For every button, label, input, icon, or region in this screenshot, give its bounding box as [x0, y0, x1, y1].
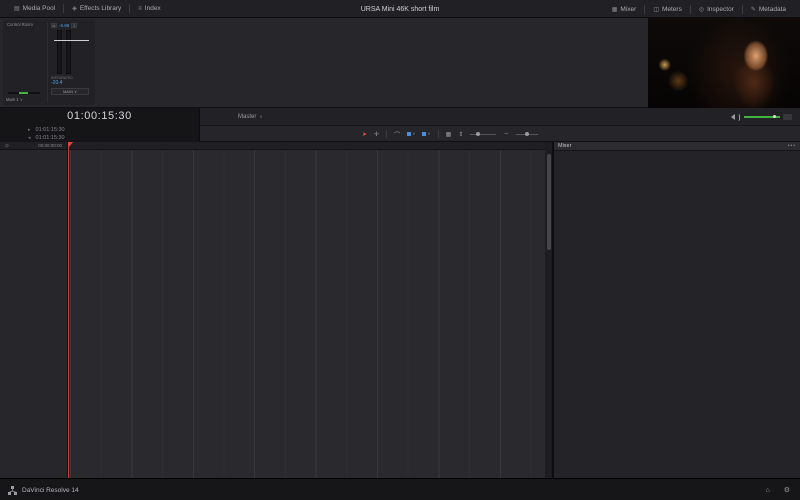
playhead-line	[68, 142, 69, 478]
zoom-slider[interactable]	[516, 134, 538, 135]
timeline-ruler[interactable]	[68, 142, 545, 150]
timeline-tools: ➤ ✛ ⌒ ∨ ∨ ▦ ⇕ ⇔	[362, 126, 538, 142]
loudness-m-button[interactable]: M	[51, 23, 57, 28]
button-label: Media Pool	[23, 5, 56, 12]
timeline[interactable]	[68, 142, 545, 478]
loudness-target-line	[54, 40, 89, 41]
marker-icon	[407, 132, 411, 136]
loudness-meter: M -6.88 S INTEGRATED -20.4 MAIN ∨	[47, 22, 93, 103]
effects-library-icon: ◈	[72, 5, 77, 12]
button-inspector[interactable]: ◎Inspector	[691, 0, 742, 18]
button-meters[interactable]: ◫Meters	[645, 0, 690, 18]
scrollbar-thumb[interactable]	[547, 154, 551, 250]
track-height-icon[interactable]: ⇕	[458, 131, 463, 138]
speaker-icon	[731, 114, 735, 120]
monitor-volume	[731, 108, 792, 126]
button-label: Mixer	[620, 6, 636, 13]
timeline-settings-icon[interactable]: ⊙	[5, 143, 9, 149]
volume-slider[interactable]	[744, 116, 780, 118]
index-icon: ≡	[138, 6, 142, 12]
meters-panel: Control Room Main 1 ∨ M -6.88 S INTEGRAT…	[0, 18, 648, 108]
timeline-rows	[68, 150, 545, 478]
timecode-block: 01:00:15:30 ▸ 01:01:15:30 ◂ 01:01:15:30	[0, 108, 200, 142]
loudness-s-button[interactable]: S	[71, 23, 77, 28]
control-room-title: Control Room	[7, 22, 33, 27]
mixer-strips	[554, 151, 800, 478]
button-label: Inspector	[707, 6, 734, 13]
clip-area	[68, 150, 545, 478]
button-mixer[interactable]: ▦Mixer	[604, 0, 645, 18]
button-media-pool[interactable]: ▤Media Pool	[6, 0, 63, 17]
media-pool-icon: ▤	[14, 5, 20, 12]
flag-icon	[422, 132, 426, 136]
monitor-source-dropdown[interactable]: Main 1 ∨	[6, 97, 23, 103]
top-right-buttons: ▦Mixer◫Meters◎Inspector✎Metadata	[604, 0, 794, 18]
keyboard-icon[interactable]: ▦	[446, 131, 452, 138]
mixer-menu-icon[interactable]: •••	[788, 143, 796, 149]
top-toolbar: ▤Media Pool◈Effects Library≡Index URSA M…	[0, 0, 800, 18]
home-icon[interactable]: ⌂	[765, 487, 769, 494]
fairlight-page: ▤Media Pool◈Effects Library≡Index URSA M…	[0, 0, 800, 500]
control-room-meters	[11, 30, 37, 88]
mixer-icon: ▦	[612, 6, 618, 13]
top-left-buttons: ▤Media Pool◈Effects Library≡Index	[0, 0, 169, 17]
button-label: Effects Library	[80, 5, 121, 12]
page-tabs	[0, 479, 800, 500]
settings-gear-icon[interactable]: ⚙	[784, 486, 790, 494]
in-point-timecode: 01:01:15:30	[36, 127, 65, 133]
header-timecode: 00:00:00:00	[38, 143, 62, 148]
control-room-level-slider[interactable]	[8, 92, 40, 94]
integrated-value: -20.4	[51, 80, 93, 86]
video-preview	[648, 18, 800, 108]
button-label: Index	[145, 5, 161, 12]
marker-color-dropdown[interactable]: ∨	[407, 131, 415, 137]
loudness-bus-dropdown[interactable]: MAIN ∨	[51, 88, 89, 95]
chevron-down-icon: ∨	[259, 114, 262, 120]
divider	[438, 130, 439, 138]
loudness-bars	[57, 30, 81, 74]
loudness-momentary-value: -6.88	[59, 23, 69, 28]
bottom-bar: DaVinci Resolve 14 ⌂ ⚙	[0, 478, 800, 500]
vertical-scrollbar[interactable]	[545, 142, 553, 478]
track-header-column: ⊙ 00:00:00:00	[0, 142, 68, 478]
pointer-tool-icon[interactable]: ➤	[362, 131, 367, 138]
button-label: Meters	[662, 6, 682, 13]
playhead-marker[interactable]	[68, 142, 73, 147]
flag-tool-icon[interactable]: ⌒	[394, 130, 400, 139]
divider	[386, 130, 387, 138]
metadata-icon: ✎	[751, 6, 756, 13]
zoom-horizontal-icon[interactable]: ⇔	[503, 131, 509, 137]
inspector-icon: ◎	[699, 6, 704, 13]
mixer-panel: Mixer •••	[553, 142, 800, 478]
control-room-panel: Control Room Main 1 ∨ M -6.88 S INTEGRAT…	[3, 20, 95, 105]
button-effects-library[interactable]: ◈Effects Library	[64, 0, 129, 17]
out-point-icon: ◂	[28, 135, 31, 141]
button-index[interactable]: ≡Index	[130, 0, 168, 17]
timeline-selector-dropdown[interactable]: Master∨	[238, 108, 263, 126]
button-label: Metadata	[759, 6, 786, 13]
speaker-wave-icon	[738, 114, 740, 121]
chevron-down-icon: ∨	[20, 97, 23, 102]
mixer-title: Mixer	[558, 143, 571, 149]
track-height-slider[interactable]	[470, 134, 496, 135]
mute-button[interactable]	[783, 114, 792, 120]
in-point-icon: ▸	[28, 127, 31, 133]
button-metadata[interactable]: ✎Metadata	[743, 0, 794, 18]
main-timecode: 01:00:15:30	[0, 108, 199, 126]
range-tool-icon[interactable]: ✛	[374, 131, 379, 138]
meters-icon: ◫	[653, 6, 659, 13]
flag-color-dropdown[interactable]: ∨	[422, 131, 430, 137]
out-point-timecode: 01:01:15:30	[36, 135, 65, 141]
